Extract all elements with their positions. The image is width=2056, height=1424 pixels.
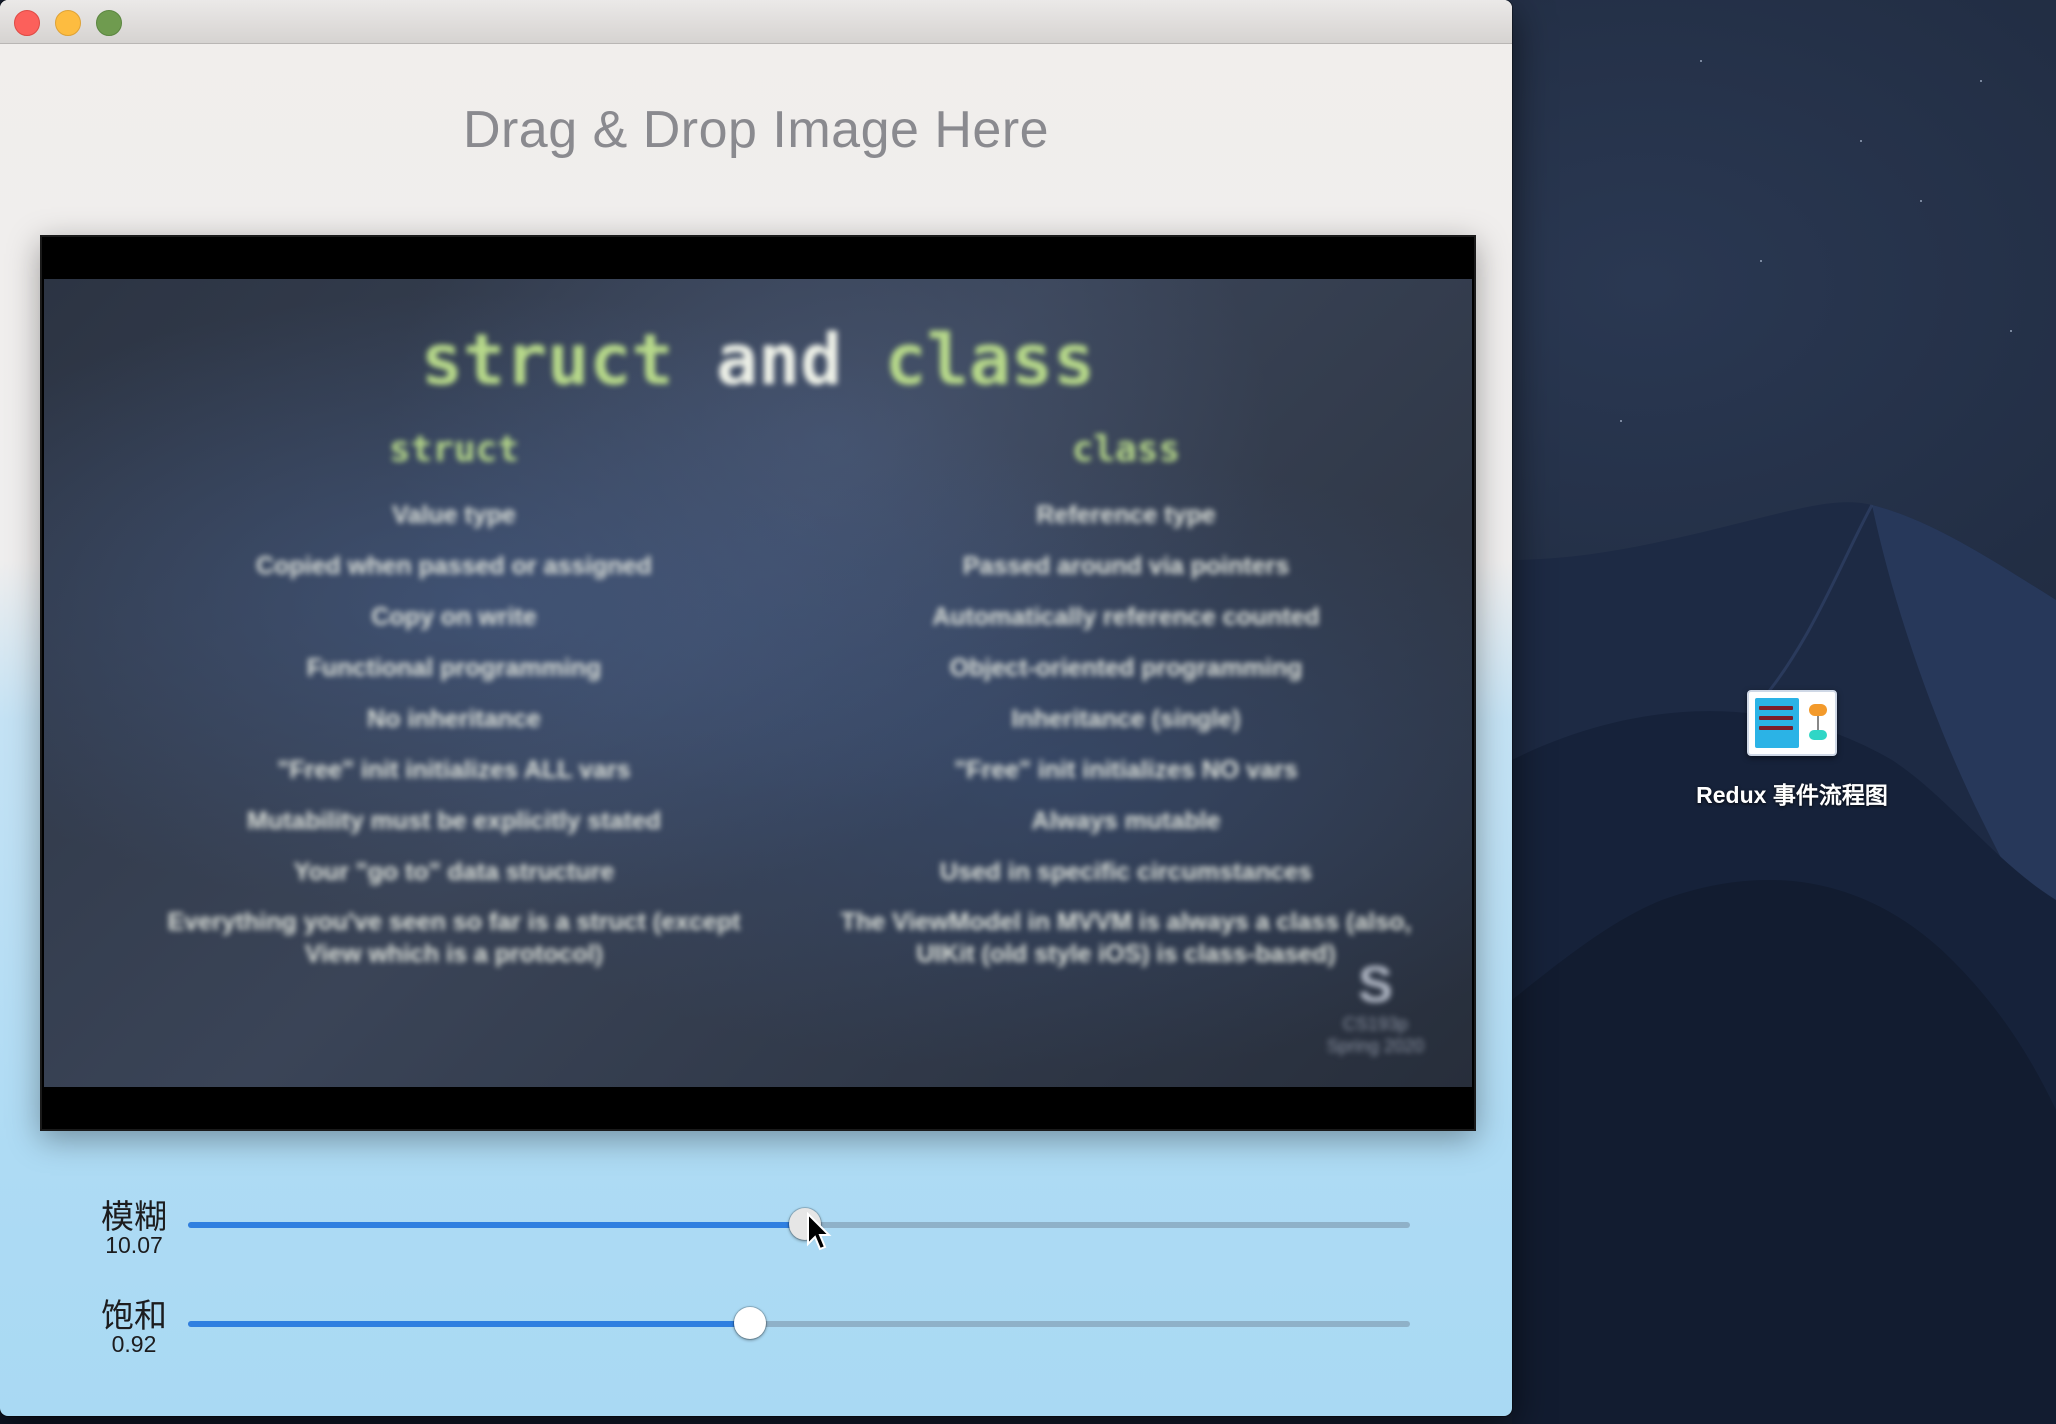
thumb-node	[1809, 730, 1827, 740]
right-item: Automatically reference counted	[932, 603, 1320, 631]
right-item: Always mutable	[1031, 807, 1221, 835]
left-item: No inheritance	[367, 705, 541, 733]
app-window: Drag & Drop Image Here struct and class …	[0, 0, 1512, 1416]
star	[1980, 80, 1982, 82]
left-item: Value type	[392, 501, 516, 529]
right-item: Used in specific circumstances	[939, 858, 1313, 886]
right-item: "Free" init initializes NO vars	[954, 756, 1298, 784]
star	[1860, 140, 1862, 142]
blur-slider-row: 模糊 10.07	[0, 1180, 1512, 1270]
star	[1620, 420, 1622, 422]
preview-image: struct and class struct Value type Copie…	[44, 279, 1472, 1087]
saturation-slider-knob[interactable]	[734, 1307, 767, 1339]
left-item: Copied when passed or assigned	[256, 552, 652, 580]
right-item: Inheritance (single)	[1011, 705, 1241, 733]
course-logo: S CS193p Spring 2020	[1327, 957, 1424, 1057]
star	[2010, 330, 2012, 332]
thumb-bar	[1759, 716, 1793, 720]
left-item: Everything you've seen so far is a struc…	[167, 908, 741, 968]
slide-right-column: class Reference type Passed around via p…	[816, 429, 1436, 970]
blur-label: 模糊	[101, 1198, 167, 1235]
course-logo-mark: S	[1358, 956, 1393, 1014]
blur-value: 10.07	[105, 1232, 163, 1258]
diagram-file-icon[interactable]	[1747, 690, 1837, 756]
drop-hint-title: Drag & Drop Image Here	[462, 101, 1050, 159]
saturation-label: 饱和	[101, 1297, 167, 1334]
slide-title-struct: struct	[420, 319, 674, 401]
right-item: Passed around via pointers	[962, 552, 1290, 580]
thumb-bar	[1759, 726, 1793, 730]
thumb-bar	[1759, 706, 1793, 710]
close-button[interactable]	[14, 10, 40, 36]
thumb-connector	[1817, 716, 1819, 730]
right-item: Object-oriented programming	[949, 654, 1303, 682]
slide-title-class: class	[884, 319, 1096, 401]
saturation-value: 0.92	[111, 1331, 157, 1357]
right-heading: class	[1071, 429, 1181, 470]
left-item: Mutability must be explicitly stated	[247, 807, 661, 835]
blur-slider[interactable]	[188, 1208, 1410, 1240]
title-bar[interactable]	[0, 0, 1512, 44]
star	[1700, 60, 1702, 62]
minimize-button[interactable]	[55, 10, 81, 36]
desktop-file-label[interactable]: Redux 事件流程图	[1672, 776, 1912, 810]
left-item: "Free" init initializes ALL vars	[277, 756, 631, 784]
slide-left-column: struct Value type Copied when passed or …	[144, 429, 764, 970]
thumb-node	[1809, 704, 1827, 716]
zoom-button[interactable]	[96, 10, 122, 36]
left-item: Functional programming	[306, 654, 602, 682]
course-logo-line: Spring 2020	[1326, 1036, 1424, 1056]
slide-title-and: and	[673, 319, 885, 401]
left-heading: struct	[388, 429, 520, 470]
slide-title: struct and class	[44, 319, 1472, 401]
star	[1760, 260, 1762, 262]
image-drop-area[interactable]: struct and class struct Value type Copie…	[40, 235, 1476, 1131]
mouse-pointer-icon	[807, 1212, 832, 1251]
left-item: Your "go to" data structure	[293, 858, 615, 886]
saturation-slider-row: 饱和 0.92	[0, 1279, 1512, 1369]
desktop-file-item[interactable]: Redux 事件流程图	[1672, 690, 1912, 810]
course-logo-line: CS193p	[1342, 1014, 1408, 1034]
saturation-slider-fill	[188, 1321, 751, 1327]
saturation-slider[interactable]	[188, 1307, 1410, 1339]
left-item: Copy on write	[371, 603, 537, 631]
blur-slider-fill	[188, 1222, 806, 1228]
star	[1920, 200, 1922, 202]
right-item: Reference type	[1036, 501, 1216, 529]
